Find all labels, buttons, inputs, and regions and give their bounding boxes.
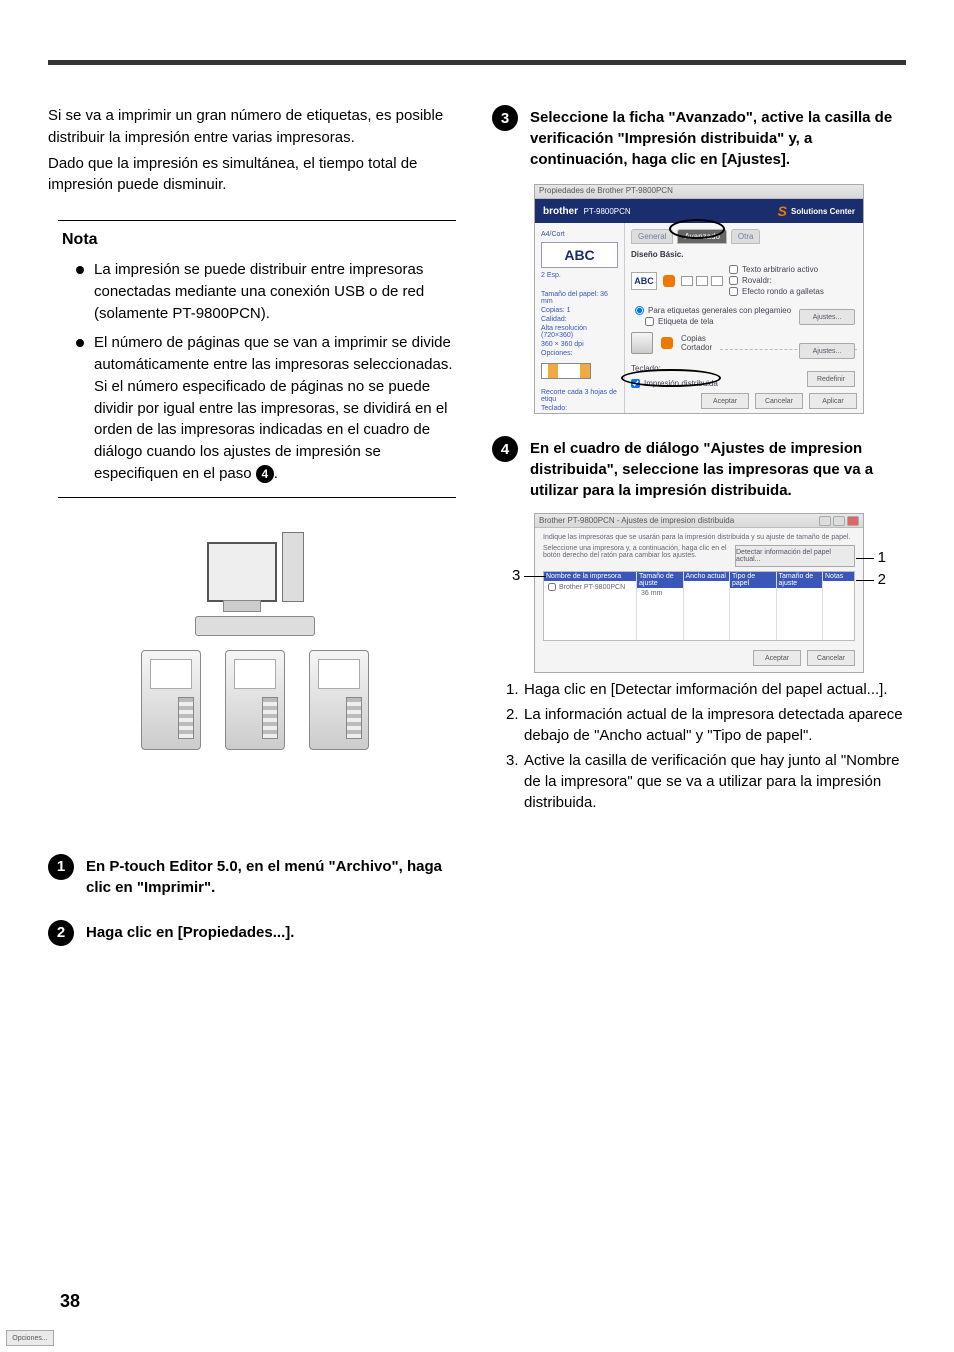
format-checkbox[interactable] bbox=[729, 276, 738, 285]
inline-step-ref-4: 4 bbox=[256, 465, 274, 483]
note-item-1: La impresión se puede distribuir entre i… bbox=[76, 259, 456, 324]
cancel-button[interactable]: Cancelar bbox=[755, 393, 803, 409]
dialog2-titlebar: Brother PT-9800PCN - Ajustes de impresio… bbox=[535, 514, 863, 528]
callout-line bbox=[856, 558, 874, 559]
minimize-icon[interactable] bbox=[819, 516, 831, 526]
table-header-info: Tamaño de ajuste bbox=[777, 572, 823, 588]
enumerated-substeps: 1.Haga clic en [Detectar imformación del… bbox=[492, 679, 906, 813]
ok-button[interactable]: Aceptar bbox=[701, 393, 749, 409]
format-checkbox[interactable] bbox=[729, 265, 738, 274]
properties-dialog-screenshot: Propiedades de Brother PT-9800PCN brothe… bbox=[534, 184, 864, 414]
callout-line bbox=[524, 576, 546, 577]
dialog-right-panel: General Avanzado Otra Diseño Básic. ABC bbox=[625, 223, 863, 413]
substep-1: 1.Haga clic en [Detectar imformación del… bbox=[506, 679, 906, 700]
step-number-4: 4 bbox=[492, 436, 518, 462]
distributed-checkbox-highlight bbox=[621, 369, 721, 387]
redefine-button[interactable]: Redefinir bbox=[807, 371, 855, 387]
top-rule bbox=[48, 60, 906, 65]
step-1-text: En P-touch Editor 5.0, en el menú "Archi… bbox=[86, 854, 462, 898]
orientation-option-icon[interactable] bbox=[696, 276, 708, 286]
step-number-3: 3 bbox=[492, 105, 518, 131]
format-checkbox[interactable] bbox=[729, 287, 738, 296]
intro-block: Si se va a imprimir un gran número de et… bbox=[48, 105, 462, 196]
step-number-2: 2 bbox=[48, 920, 74, 946]
substep-2: 2.La información actual de la impresora … bbox=[506, 704, 906, 746]
table-header-name: Nombre de la impresora bbox=[544, 572, 636, 581]
callout-label-3: 3 bbox=[512, 567, 520, 584]
computer-tower-icon bbox=[282, 532, 304, 602]
step-3: 3 Seleccione la ficha "Avanzado", active… bbox=[492, 105, 906, 170]
printer-icon bbox=[309, 650, 369, 750]
step-2: 2 Haga clic en [Propiedades...]. bbox=[48, 920, 462, 946]
orientation-option-icon[interactable] bbox=[681, 276, 693, 286]
left-column: Si se va a imprimir un gran número de et… bbox=[48, 105, 462, 946]
table-header-notes: Notas bbox=[823, 572, 854, 581]
distributed-settings-screenshot-wrap: Brother PT-9800PCN - Ajustes de impresio… bbox=[514, 513, 884, 673]
preview-abc-icon: ABC bbox=[541, 242, 618, 268]
printers-illustration bbox=[48, 532, 462, 832]
copies-dot-icon bbox=[661, 337, 673, 349]
ok-button[interactable]: Aceptar bbox=[753, 650, 801, 666]
printer-row-checkbox[interactable] bbox=[548, 583, 556, 591]
distributed-settings-screenshot: Brother PT-9800PCN - Ajustes de impresio… bbox=[534, 513, 864, 673]
step-number-1: 1 bbox=[48, 854, 74, 880]
step-4-text: En el cuadro de diálogo "Ajustes de impr… bbox=[530, 436, 906, 501]
maximize-icon[interactable] bbox=[833, 516, 845, 526]
advanced-tab-highlight bbox=[669, 219, 725, 239]
settings-button[interactable]: Ajustes... bbox=[799, 309, 855, 325]
settings-button-2[interactable]: Ajustes... bbox=[799, 343, 855, 359]
orientation-option-icon[interactable] bbox=[711, 276, 723, 286]
printer-icon bbox=[141, 650, 201, 750]
close-icon[interactable] bbox=[847, 516, 859, 526]
monitor-icon bbox=[207, 542, 277, 602]
tab-other[interactable]: Otra bbox=[731, 229, 761, 244]
substep-3: 3.Active la casilla de verificación que … bbox=[506, 750, 906, 813]
copies-thumb-icon bbox=[631, 332, 653, 354]
table-row: 36 mm bbox=[641, 590, 679, 597]
apply-button[interactable]: Aplicar bbox=[809, 393, 857, 409]
page-columns: Si se va a imprimir un gran número de et… bbox=[48, 105, 906, 946]
dialog2-hint2: Seleccione una impresora y, a continuaci… bbox=[543, 545, 729, 567]
dialog-left-preview: A4/Cort ABC 2 Esp. Tamaño del papel: 36 … bbox=[535, 223, 625, 413]
callout-line bbox=[856, 580, 874, 581]
label-type-radio[interactable] bbox=[635, 306, 644, 315]
table-header-type: Tipo de papel bbox=[730, 572, 776, 588]
step-2-text: Haga clic en [Propiedades...]. bbox=[86, 920, 294, 946]
tab-general[interactable]: General bbox=[631, 229, 673, 244]
step-4: 4 En el cuadro de diálogo "Ajustes de im… bbox=[492, 436, 906, 501]
format-abc-icon: ABC bbox=[631, 272, 657, 290]
note-list: La impresión se puede distribuir entre i… bbox=[58, 259, 456, 485]
table-header-cur: Ancho actual bbox=[684, 572, 730, 581]
intro-paragraph-2: Dado que la impresión es simultánea, el … bbox=[48, 153, 462, 197]
dialog-titlebar: Propiedades de Brother PT-9800PCN bbox=[535, 185, 863, 199]
label-cloth-checkbox[interactable] bbox=[645, 317, 654, 326]
callout-label-2: 2 bbox=[878, 571, 886, 588]
printers-table: Nombre de la impresora Brother PT-9800PC… bbox=[543, 571, 855, 641]
callout-label-1: 1 bbox=[878, 549, 886, 566]
note-block: Nota La impresión se puede distribuir en… bbox=[48, 210, 462, 512]
tape-preview-icon bbox=[541, 363, 591, 379]
step-1: 1 En P-touch Editor 5.0, en el menú "Arc… bbox=[48, 854, 462, 898]
orientation-selected-icon bbox=[663, 275, 675, 287]
intro-paragraph-1: Si se va a imprimir un gran número de et… bbox=[48, 105, 462, 149]
table-row: Brother PT-9800PCN bbox=[559, 584, 625, 591]
step-3-text: Seleccione la ficha "Avanzado", active l… bbox=[530, 105, 906, 170]
page-number: 38 bbox=[60, 1291, 80, 1312]
note-item-2: El número de páginas que se van a imprim… bbox=[76, 332, 456, 484]
usb-hub-icon bbox=[195, 616, 315, 636]
note-title: Nota bbox=[58, 231, 456, 249]
detect-paper-button[interactable]: Detectar información del papel actual... bbox=[735, 545, 855, 567]
printer-icon bbox=[225, 650, 285, 750]
table-header-width: Tamaño de ajuste bbox=[637, 572, 683, 588]
dialog2-hint1: Indique las impresoras que se usarán par… bbox=[543, 534, 855, 541]
cancel-button[interactable]: Cancelar bbox=[807, 650, 855, 666]
right-column: 3 Seleccione la ficha "Avanzado", active… bbox=[492, 105, 906, 946]
